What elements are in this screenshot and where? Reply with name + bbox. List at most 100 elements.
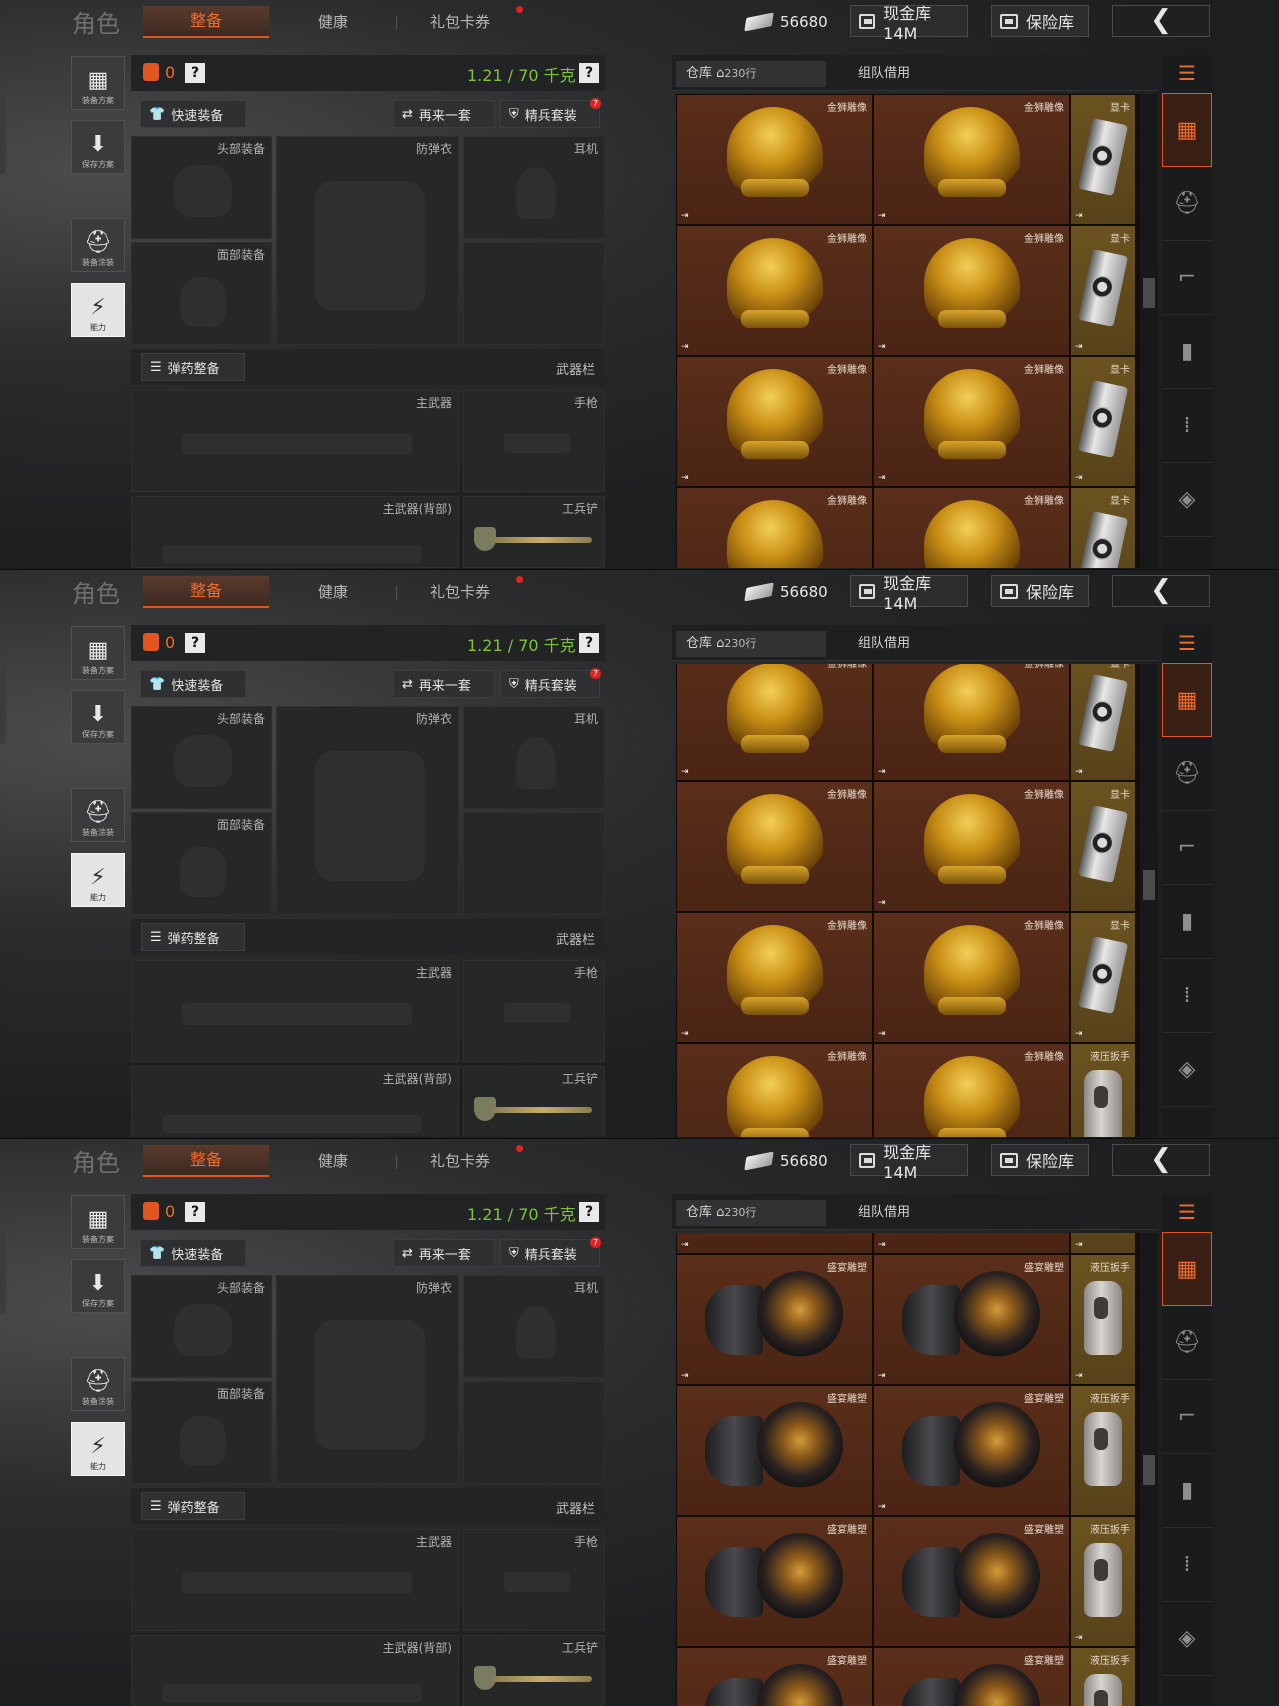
loadout-scheme-button[interactable]: ▦ 装备方案 [71,1195,125,1249]
slot-headset[interactable]: 耳机 [463,1275,605,1378]
back-button[interactable]: ❮ [1112,5,1210,37]
slot-shovel[interactable]: 工兵铲 [463,1066,605,1137]
elite-set-button[interactable]: ⛨ 精兵套装 [500,1239,600,1267]
item-lion-statue[interactable]: 金狮雕像 ⇥ [676,356,873,487]
scroll-thumb[interactable] [1143,870,1155,900]
tab-team-loan[interactable]: 组队借用 [848,631,920,657]
slot-head[interactable]: 头部装备 [131,1275,272,1378]
help-icon[interactable]: ? [185,633,205,653]
magazine-tab-icon[interactable]: ▮ [1162,885,1212,959]
equip-skin-button[interactable]: ⛑ 装备涂装 [71,788,125,842]
vest-tab-icon[interactable]: ◈ [1162,463,1212,537]
item-lion-statue[interactable]: 金狮雕像 [676,487,873,568]
save-scheme-button[interactable]: ⬇ 保存方案 [71,690,125,744]
vault-button[interactable]: 现金库 14M [850,4,968,43]
item-lion-statue[interactable]: 金狮雕像 ⇥ [676,94,873,225]
slot-armor[interactable]: 防弹衣 [276,136,459,345]
equip-skin-button[interactable]: ⛑ 装备涂装 [71,1357,125,1411]
slot-head[interactable]: 头部装备 [131,136,272,239]
item-feast-bust[interactable]: 盛宴雕塑 ⇥ [873,1254,1070,1385]
ammo-button[interactable]: ☰ 弹药整备 [141,353,245,381]
item-feast-bust[interactable]: 盛宴雕塑 [873,1647,1070,1706]
slot-armor[interactable]: 防弹衣 [276,1275,459,1484]
tab-health[interactable]: 健康 [318,576,348,608]
item-feast-bust[interactable]: 盛宴雕塑 [676,1647,873,1706]
loadout-scheme-button[interactable]: ▦ 装备方案 [71,56,125,110]
slot-pistol[interactable]: 手枪 [463,1529,605,1631]
ability-button[interactable]: ⚡ 能力 [71,1422,125,1476]
quick-equip-button[interactable]: 👕 快速装备 [140,100,246,128]
item-partial[interactable]: ⇥ [873,1233,1070,1254]
helmet-tab-icon[interactable]: ⛑ [1162,167,1212,241]
item-partial[interactable]: ⇥ [676,1233,873,1254]
item-lion-statue[interactable]: 金狮雕像 ⇥ [873,664,1070,781]
tab-loadout[interactable]: 整备 [143,576,269,608]
item-wrench[interactable]: 液压扳手 [1070,1043,1136,1137]
helmet-tab-icon[interactable]: ⛑ [1162,1306,1212,1380]
vest-tab-icon[interactable]: ◈ [1162,1602,1212,1676]
tab-storage[interactable]: 仓库 ⌂230行 [676,631,826,657]
again-button[interactable]: ⇄ 再来一套 [393,670,495,698]
item-gpu[interactable]: 显卡 ⇥ [1070,225,1136,356]
tab-loadout[interactable]: 整备 [143,6,269,38]
item-lion-statue[interactable]: 金狮雕像 ⇥ [873,356,1070,487]
bullet-tab-icon[interactable]: ⁞ [1162,959,1212,1033]
item-gpu[interactable]: 显卡 ⇥ [1070,912,1136,1043]
slot-pistol[interactable]: 手枪 [463,390,605,492]
again-button[interactable]: ⇄ 再来一套 [393,1239,495,1267]
item-lion-statue[interactable]: 金狮雕像 ⇥ [873,225,1070,356]
weight-help-icon[interactable]: ? [579,63,599,83]
bullet-tab-icon[interactable]: ⁞ [1162,389,1212,463]
weight-help-icon[interactable]: ? [579,633,599,653]
item-gpu[interactable]: 显卡 ⇥ [1070,664,1136,781]
slot-shovel[interactable]: 工兵铲 [463,1635,605,1706]
help-icon[interactable]: ? [185,1202,205,1222]
back-button[interactable]: ❮ [1112,575,1210,607]
item-lion-statue[interactable]: 金狮雕像 [676,781,873,912]
elite-set-button[interactable]: ⛨ 精兵套装 [500,670,600,698]
tab-health[interactable]: 健康 [318,6,348,38]
help-icon[interactable]: ? [185,63,205,83]
scroll-thumb[interactable] [1143,278,1155,308]
item-wrench[interactable]: 液压扳手 [1070,1385,1136,1516]
tab-gift-coupons[interactable]: 礼包卡券 [430,576,490,608]
tab-storage[interactable]: 仓库 ⌂230行 [676,1200,826,1226]
ammo-button[interactable]: ☰ 弹药整备 [141,1492,245,1520]
item-lion-statue[interactable]: 金狮雕像 ⇥ [676,912,873,1043]
loadout-scheme-button[interactable]: ▦ 装备方案 [71,626,125,680]
item-feast-bust[interactable]: 盛宴雕塑 ⇥ [676,1254,873,1385]
bullet-tab-icon[interactable]: ⁞ [1162,1528,1212,1602]
slot-face[interactable]: 面部装备 [131,1381,272,1484]
again-button[interactable]: ⇄ 再来一套 [393,100,495,128]
tab-role[interactable]: 角色 [72,574,120,609]
item-lion-statue[interactable]: 金狮雕像 [676,1043,873,1137]
warehouse-sort-icon[interactable]: ☰ [1162,1194,1212,1230]
weight-help-icon[interactable]: ? [579,1202,599,1222]
slot-headset[interactable]: 耳机 [463,136,605,239]
slot-primary-back[interactable]: 主武器(背部) [131,1635,459,1706]
item-gpu[interactable]: 显卡 [1070,487,1136,568]
equip-skin-button[interactable]: ⛑ 装备涂装 [71,218,125,272]
armor-tab-icon[interactable]: ▦ [1162,663,1212,737]
slot-primary-weapon[interactable]: 主武器 [131,960,459,1062]
scroll-thumb[interactable] [1143,1455,1155,1485]
tab-storage[interactable]: 仓库 ⌂230行 [676,61,826,87]
item-lion-statue[interactable]: 金狮雕像 [873,1043,1070,1137]
armor-tab-icon[interactable]: ▦ [1162,93,1212,167]
slot-face[interactable]: 面部装备 [131,812,272,915]
slot-armor[interactable]: 防弹衣 [276,706,459,915]
item-feast-bust[interactable]: 盛宴雕塑 ⇥ [873,1385,1070,1516]
item-feast-bust[interactable]: 盛宴雕塑 [676,1516,873,1647]
elite-set-button[interactable]: ⛨ 精兵套装 [500,100,600,128]
back-button[interactable]: ❮ [1112,1144,1210,1176]
safe-button[interactable]: 保险库 [991,5,1089,37]
rifle-tab-icon[interactable]: ⌐ [1162,811,1212,885]
safe-button[interactable]: 保险库 [991,575,1089,607]
ammo-button[interactable]: ☰ 弹药整备 [141,923,245,951]
item-gpu[interactable]: 显卡 [1070,781,1136,912]
item-partial[interactable]: ⇥ [1070,1233,1136,1254]
slot-face[interactable]: 面部装备 [131,242,272,345]
vault-button[interactable]: 现金库 14M [850,574,968,613]
tab-gift-coupons[interactable]: 礼包卡券 [430,6,490,38]
item-lion-statue[interactable]: 金狮雕像 ⇥ [676,664,873,781]
